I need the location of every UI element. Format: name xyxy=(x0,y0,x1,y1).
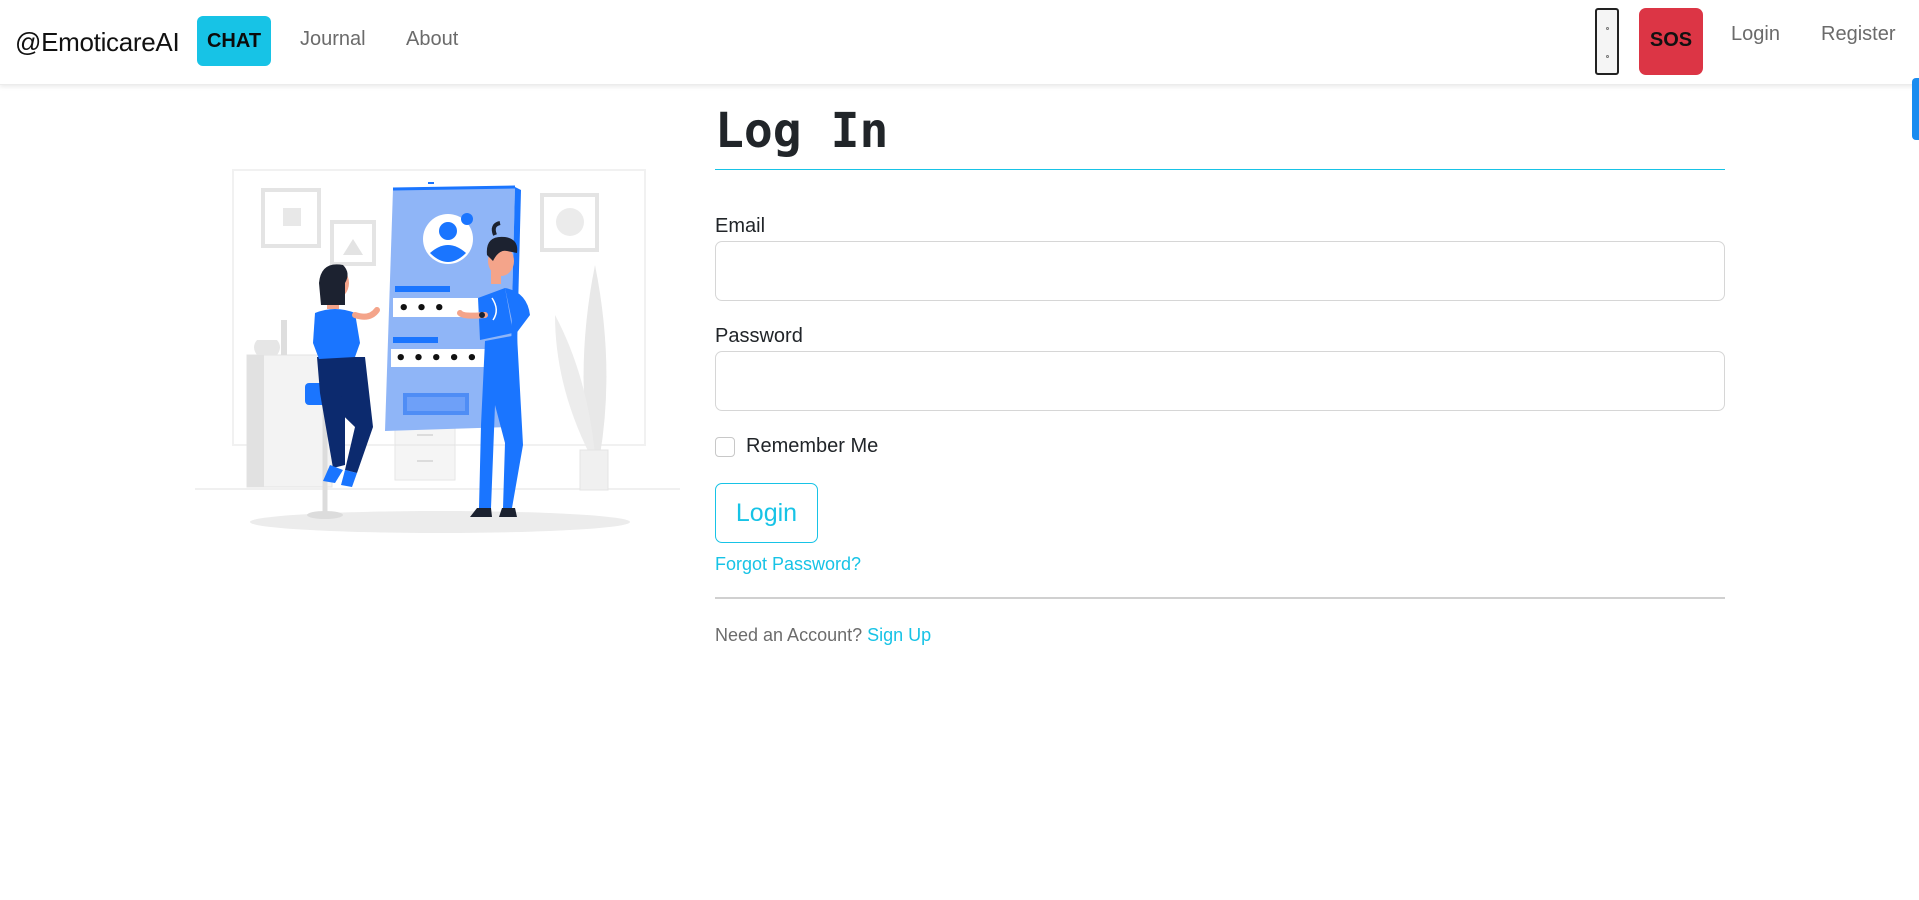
phone-field-dots: • • • xyxy=(398,298,445,319)
chat-button[interactable]: CHAT xyxy=(197,16,271,66)
nav-link-journal[interactable]: Journal xyxy=(300,28,366,51)
toggle-dot-icon xyxy=(1606,55,1609,58)
signup-prompt-text: Need an Account? xyxy=(715,625,863,645)
remember-me-checkbox[interactable] xyxy=(715,436,735,457)
email-label: Email xyxy=(715,215,766,237)
login-illustration: • • • • • • • • xyxy=(195,165,690,545)
nav-link-login[interactable]: Login xyxy=(1731,23,1780,46)
password-field[interactable] xyxy=(715,351,1725,411)
theme-toggle-button[interactable] xyxy=(1595,8,1619,75)
top-navbar: @EmoticareAI CHAT Journal About SOS Logi… xyxy=(0,0,1919,85)
brand-logo[interactable]: @EmoticareAI xyxy=(15,27,180,58)
sos-button[interactable]: SOS xyxy=(1639,8,1703,75)
password-label: Password xyxy=(715,325,803,347)
title-underline xyxy=(715,169,1725,170)
floor-shadow xyxy=(250,511,630,533)
remember-me-row[interactable]: Remember Me xyxy=(715,435,878,458)
form-divider xyxy=(715,597,1725,599)
signup-prompt-row: Need an Account? Sign Up xyxy=(715,625,931,646)
email-field[interactable] xyxy=(715,241,1725,301)
remember-me-label[interactable]: Remember Me xyxy=(746,435,878,458)
toggle-dot-icon xyxy=(1606,27,1609,30)
nav-link-about[interactable]: About xyxy=(406,28,458,51)
phone-field-dots: • • • • • xyxy=(395,348,478,369)
forgot-password-link[interactable]: Forgot Password? xyxy=(715,554,861,575)
edge-side-tab[interactable] xyxy=(1912,78,1919,140)
signup-link[interactable]: Sign Up xyxy=(867,625,931,645)
nav-link-register[interactable]: Register xyxy=(1821,23,1895,46)
page-title: Log In xyxy=(715,103,889,159)
login-submit-button[interactable]: Login xyxy=(715,483,818,543)
